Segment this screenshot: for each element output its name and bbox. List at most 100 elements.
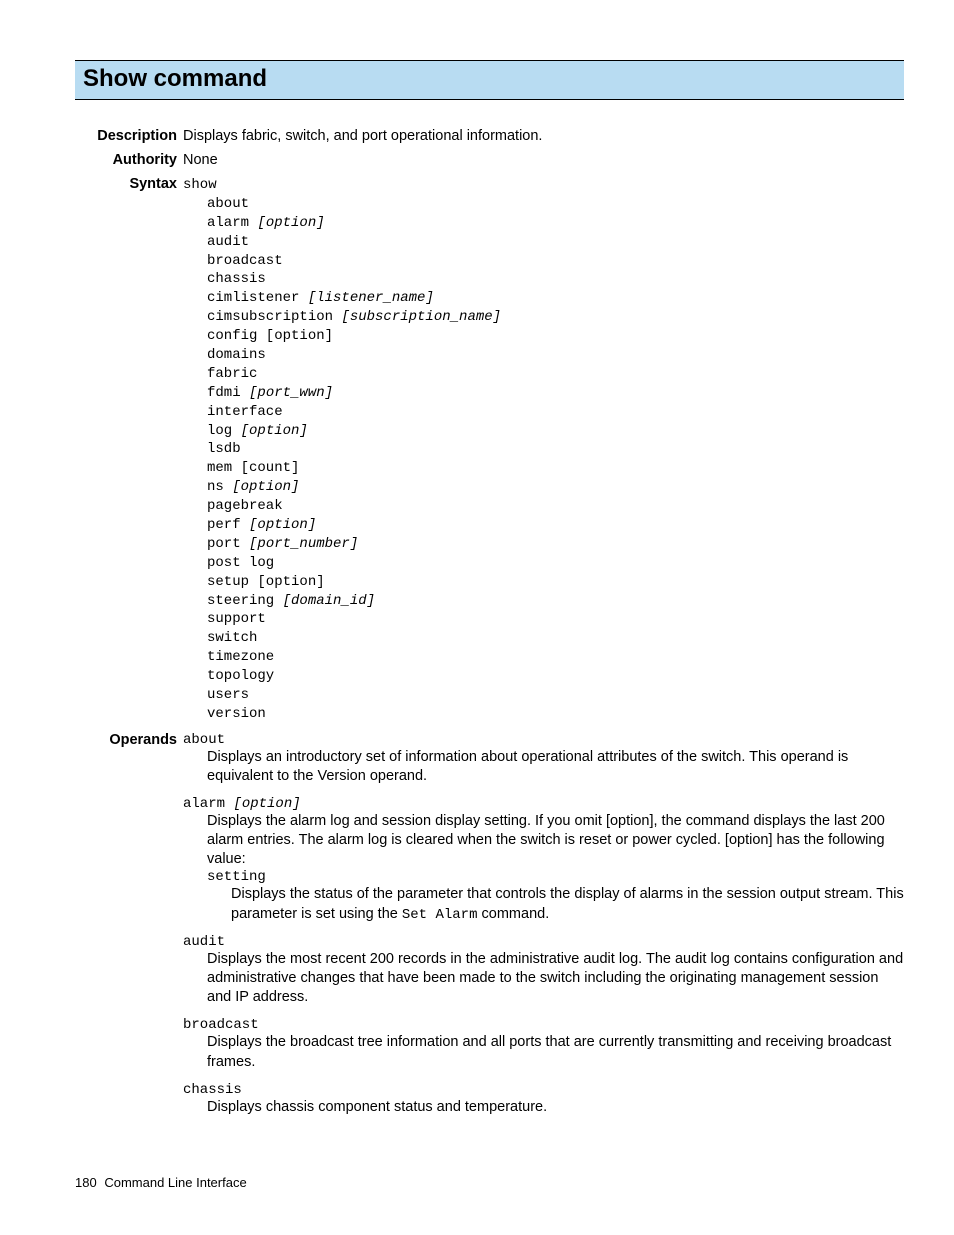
syntax-item: setup [option] (207, 573, 904, 592)
syntax-item-text: audit (207, 234, 249, 250)
description-label: Description (75, 128, 183, 144)
syntax-item-text: port (207, 536, 249, 552)
syntax-item: mem [count] (207, 459, 904, 478)
syntax-item: steering [domain_id] (207, 592, 904, 611)
syntax-item-text: config [option] (207, 328, 333, 344)
syntax-item-text: chassis (207, 271, 266, 287)
operand-name-text: broadcast (183, 1017, 259, 1033)
description-text: Displays fabric, switch, and port operat… (183, 128, 904, 144)
syntax-item-text: domains (207, 347, 266, 363)
syntax-item: post log (207, 554, 904, 573)
operand-name: alarm [option] (183, 796, 904, 812)
sub-option-desc-code: Set Alarm (402, 907, 478, 923)
syntax-item: version (207, 705, 904, 724)
syntax-item-text: fdmi (207, 385, 249, 401)
syntax-item-text: setup [option] (207, 574, 325, 590)
operand-block: broadcastDisplays the broadcast tree inf… (183, 1017, 904, 1071)
syntax-item-text: timezone (207, 649, 274, 665)
section-title-bar: Show command (75, 60, 904, 100)
operand-block: aboutDisplays an introductory set of inf… (183, 732, 904, 786)
syntax-item-text: perf (207, 517, 249, 533)
syntax-item-arg: [listener_name] (308, 290, 434, 306)
syntax-item: users (207, 686, 904, 705)
syntax-item-text: alarm (207, 215, 257, 231)
footer-section: Command Line Interface (104, 1175, 246, 1190)
syntax-item: lsdb (207, 440, 904, 459)
syntax-item: fdmi [port_wwn] (207, 384, 904, 403)
syntax-item: pagebreak (207, 497, 904, 516)
syntax-item-text: version (207, 706, 266, 722)
syntax-item-text: mem [count] (207, 460, 299, 476)
operand-desc: Displays the alarm log and session displ… (207, 812, 904, 869)
syntax-item: chassis (207, 270, 904, 289)
syntax-item-text: interface (207, 404, 283, 420)
operand-desc: Displays the broadcast tree information … (207, 1033, 904, 1071)
operand-name: audit (183, 934, 904, 950)
syntax-item: config [option] (207, 327, 904, 346)
syntax-item-arg: [option] (241, 423, 308, 439)
syntax-item-arg: [option] (257, 215, 324, 231)
operand-name-text: audit (183, 934, 225, 950)
syntax-item-arg: [port_number] (249, 536, 358, 552)
syntax-label: Syntax (75, 176, 183, 192)
syntax-item: ns [option] (207, 478, 904, 497)
syntax-item: timezone (207, 648, 904, 667)
syntax-item-text: steering (207, 593, 283, 609)
syntax-item: cimlistener [listener_name] (207, 289, 904, 308)
section-title: Show command (83, 65, 896, 93)
syntax-item-text: users (207, 687, 249, 703)
syntax-item-text: ns (207, 479, 232, 495)
operand-desc: Displays the most recent 200 records in … (207, 950, 904, 1007)
syntax-item: broadcast (207, 252, 904, 271)
authority-label: Authority (75, 152, 183, 168)
operand-name-arg: [option] (233, 796, 300, 812)
operand-name: chassis (183, 1082, 904, 1098)
syntax-item: about (207, 195, 904, 214)
operand-name-text: about (183, 732, 225, 748)
syntax-item-text: support (207, 611, 266, 627)
operand-name: about (183, 732, 904, 748)
syntax-item-text: post log (207, 555, 274, 571)
operand-block: alarm [option]Displays the alarm log and… (183, 796, 904, 924)
syntax-item-text: cimsubscription (207, 309, 341, 325)
page-footer: 180 Command Line Interface (75, 1175, 904, 1190)
syntax-item-text: cimlistener (207, 290, 308, 306)
operand-block: auditDisplays the most recent 200 record… (183, 934, 904, 1007)
syntax-item-text: broadcast (207, 253, 283, 269)
page-number: 180 (75, 1175, 97, 1190)
operand-desc: Displays chassis component status and te… (207, 1098, 904, 1117)
syntax-row: Syntax show aboutalarm [option]auditbroa… (75, 176, 904, 724)
sub-option-desc-pre: Displays the status of the parameter tha… (231, 886, 904, 921)
operands-row: Operands aboutDisplays an introductory s… (75, 732, 904, 1127)
syntax-item-text: lsdb (207, 441, 241, 457)
syntax-item: fabric (207, 365, 904, 384)
description-row: Description Displays fabric, switch, and… (75, 128, 904, 144)
sub-option-name: setting (207, 869, 904, 885)
syntax-item: perf [option] (207, 516, 904, 535)
syntax-item: switch (207, 629, 904, 648)
operand-block: chassisDisplays chassis component status… (183, 1082, 904, 1117)
syntax-content: show aboutalarm [option]auditbroadcastch… (183, 176, 904, 724)
operands-label: Operands (75, 732, 183, 748)
syntax-item: port [port_number] (207, 535, 904, 554)
syntax-item: topology (207, 667, 904, 686)
syntax-item-text: switch (207, 630, 257, 646)
syntax-item: interface (207, 403, 904, 422)
syntax-item: support (207, 610, 904, 629)
operand-name-text: alarm (183, 796, 233, 812)
syntax-item-text: log (207, 423, 241, 439)
syntax-item: audit (207, 233, 904, 252)
syntax-item: alarm [option] (207, 214, 904, 233)
authority-row: Authority None (75, 152, 904, 168)
syntax-command: show (183, 176, 904, 195)
syntax-item-arg: [port_wwn] (249, 385, 333, 401)
syntax-item-text: topology (207, 668, 274, 684)
operand-name-text: chassis (183, 1082, 242, 1098)
syntax-item-arg: [domain_id] (283, 593, 375, 609)
sub-option-desc-post: command. (478, 906, 550, 922)
syntax-item: cimsubscription [subscription_name] (207, 308, 904, 327)
operand-name: broadcast (183, 1017, 904, 1033)
operand-desc: Displays an introductory set of informat… (207, 748, 904, 786)
syntax-item-text: pagebreak (207, 498, 283, 514)
syntax-item-arg: [option] (232, 479, 299, 495)
